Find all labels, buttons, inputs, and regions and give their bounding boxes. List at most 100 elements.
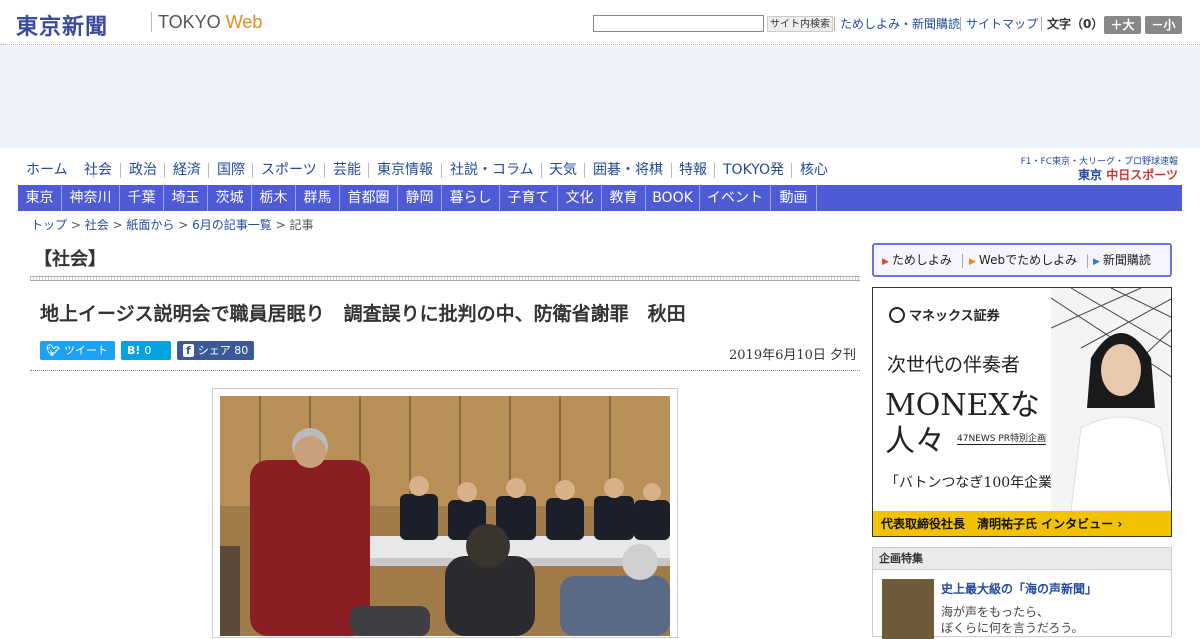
nav-item-economy[interactable]: 経済 [173, 160, 201, 180]
nav-item-go-shogi[interactable]: 囲碁・将棋 [593, 160, 663, 180]
nav-item-tokyo-info[interactable]: 東京情報 [377, 160, 433, 180]
facebook-share-label: シェア [197, 344, 231, 357]
logo-divider [151, 12, 152, 32]
breadcrumb-separator: > [271, 218, 290, 232]
nav-item-tokuho[interactable]: 特報 [679, 160, 707, 180]
regional-nav: 東京 神奈川 千葉 埼玉 茨城 栃木 群馬 首都圏 静岡 暮らし 子育て 文化 … [18, 185, 1182, 211]
nav-item-tokyo-hatsu[interactable]: TOKYO発 [723, 160, 784, 180]
triangle-right-icon: ▶ [1093, 257, 1100, 267]
feature-desc-line: 海が声をもったら、 [941, 605, 1050, 619]
nav-divider [441, 163, 442, 178]
chunichi-brand-name: 中日スポーツ [1106, 168, 1178, 182]
triangle-right-icon: ▶ [882, 257, 889, 267]
nav-item-editorial[interactable]: 社説・コラム [450, 160, 534, 180]
breadcrumb-society[interactable]: 社会 [85, 218, 109, 232]
region-tab-ibaraki[interactable]: 茨城 [208, 185, 252, 211]
article-photo[interactable] [220, 396, 670, 636]
region-tab-kyoiku[interactable]: 教育 [602, 185, 646, 211]
nav-divider [791, 163, 792, 178]
chunichi-brand: 東京 中日スポーツ [1078, 166, 1178, 183]
region-tab-saitama[interactable]: 埼玉 [164, 185, 208, 211]
nav-divider [164, 163, 165, 178]
site-search-button[interactable]: サイト内検索 [767, 16, 833, 32]
region-tab-video[interactable]: 動画 [771, 185, 817, 211]
nav-divider [671, 163, 672, 178]
region-tab-shizuoka[interactable]: 静岡 [398, 185, 442, 211]
site-logo[interactable]: 東京新聞 [16, 9, 108, 41]
breadcrumb-june-list[interactable]: 6月の記事一覧 [192, 218, 272, 232]
region-tab-shutoken[interactable]: 首都圏 [340, 185, 398, 211]
subscription-buttons: ▶ ためしよみ ▶ Webでためしよみ ▶ 新聞購読 [872, 243, 1172, 277]
region-tab-tokyo[interactable]: 東京 [18, 185, 62, 211]
region-tab-chiba[interactable]: 千葉 [120, 185, 164, 211]
feature-box: 企画特集 史上最大級の「海の声新聞」 海が声をもったら、 ぼくらに何を言うだろう。 [872, 547, 1172, 639]
font-larger-button[interactable]: ＋大 [1104, 16, 1141, 34]
site-header: 東京新聞 TOKYO Web サイト内検索 ためしよみ・新聞購読 サイトマップ … [0, 0, 1200, 45]
nav-divider [368, 163, 369, 178]
button-divider [1087, 254, 1088, 268]
nav-divider [324, 163, 325, 178]
region-tab-bunka[interactable]: 文化 [558, 185, 602, 211]
font-smaller-button[interactable]: －小 [1145, 16, 1182, 34]
ad-portrait [1051, 288, 1171, 511]
region-tab-kurashi[interactable]: 暮らし [442, 185, 500, 211]
feature-title[interactable]: 史上最大級の「海の声新聞」 [941, 580, 1097, 597]
nav-item-sports[interactable]: スポーツ [261, 160, 317, 180]
nav-divider [714, 163, 715, 178]
nav-item-international[interactable]: 国際 [217, 160, 245, 180]
feature-description: 海が声をもったら、 ぼくらに何を言うだろう。 [941, 604, 1084, 636]
tweet-button[interactable]: 🐦︎ ツイート [40, 341, 115, 360]
facebook-share-button[interactable]: f シェア 80 [177, 341, 254, 360]
nav-item-weather[interactable]: 天気 [549, 160, 577, 180]
subscribe-button[interactable]: ▶ 新聞購読 [1093, 252, 1151, 270]
region-tab-tochigi[interactable]: 栃木 [252, 185, 296, 211]
trial-read-button[interactable]: ▶ ためしよみ [882, 252, 952, 270]
header-divider [960, 17, 961, 31]
monex-line1: 次世代の伴奏者 [887, 354, 1021, 376]
feature-header: 企画特集 [873, 548, 1171, 570]
breadcrumb-from-paper[interactable]: 紙面から [126, 218, 174, 232]
monex-brand: マネックス証券 [889, 305, 1000, 324]
nav-divider [120, 163, 121, 178]
button-divider [962, 254, 963, 268]
chunichi-brand-prefix: 東京 [1078, 168, 1103, 182]
region-tab-event[interactable]: イベント [700, 185, 771, 211]
hatena-bookmark-button[interactable]: B! 0 [121, 341, 171, 360]
nav-divider [208, 163, 209, 178]
region-tab-book[interactable]: BOOK [646, 185, 700, 211]
section-title: 【社会】 [34, 249, 106, 270]
header-divider [834, 17, 835, 31]
nav-item-politics[interactable]: 政治 [129, 160, 157, 180]
tokyo-web-logo[interactable]: TOKYO Web [158, 12, 262, 33]
site-search-input[interactable] [593, 15, 764, 32]
chunichi-sports-link[interactable]: F1・FC東京・大リーグ・プロ野球速報 東京 中日スポーツ [1021, 154, 1182, 183]
font-size-label: 文字（0） [1047, 17, 1104, 31]
region-tab-kosodate[interactable]: 子育て [500, 185, 558, 211]
monex-ad[interactable]: マネックス証券 次世代の伴奏者 MONEXな 人々 47NEWS PR特別企画 … [872, 287, 1172, 537]
trial-subscribe-link[interactable]: ためしよみ・新聞購読 [840, 16, 960, 32]
nav-item-society[interactable]: 社会 [84, 160, 112, 180]
facebook-icon: f [183, 344, 194, 357]
monex-brand-label: マネックス証券 [909, 309, 1000, 324]
nav-item-entertainment[interactable]: 芸能 [333, 160, 361, 180]
breadcrumb-current: 記事 [289, 218, 314, 232]
nav-item-home[interactable]: ホーム [26, 160, 68, 180]
monex-logo-icon [889, 307, 905, 323]
primary-nav: ホーム 社会 政治 経済 国際 スポーツ 芸能 東京情報 社説・コラム 天気 囲… [18, 158, 1182, 183]
sitemap-link[interactable]: サイトマップ [966, 16, 1038, 32]
breadcrumb-separator: > [67, 218, 85, 232]
nav-divider [584, 163, 585, 178]
monex-line3: 人々 [885, 424, 945, 459]
twitter-icon: 🐦︎ [46, 344, 60, 357]
breadcrumb-top[interactable]: トップ [31, 218, 67, 232]
article-headline: 地上イージス説明会で職員居眠り 調査誤りに批判の中、防衛省謝罪 秋田 [40, 303, 686, 325]
meeting-photo-illustration [220, 396, 670, 636]
region-tab-kanagawa[interactable]: 神奈川 [62, 185, 120, 211]
nav-item-kakushin[interactable]: 核心 [800, 160, 828, 180]
web-trial-button[interactable]: ▶ Webでためしよみ [969, 252, 1077, 270]
section-divider [30, 276, 860, 281]
region-tab-gunma[interactable]: 群馬 [296, 185, 340, 211]
top-ad-banner[interactable] [0, 46, 1200, 148]
logo-web-text: Web [225, 12, 263, 32]
feature-thumbnail[interactable] [882, 579, 934, 639]
